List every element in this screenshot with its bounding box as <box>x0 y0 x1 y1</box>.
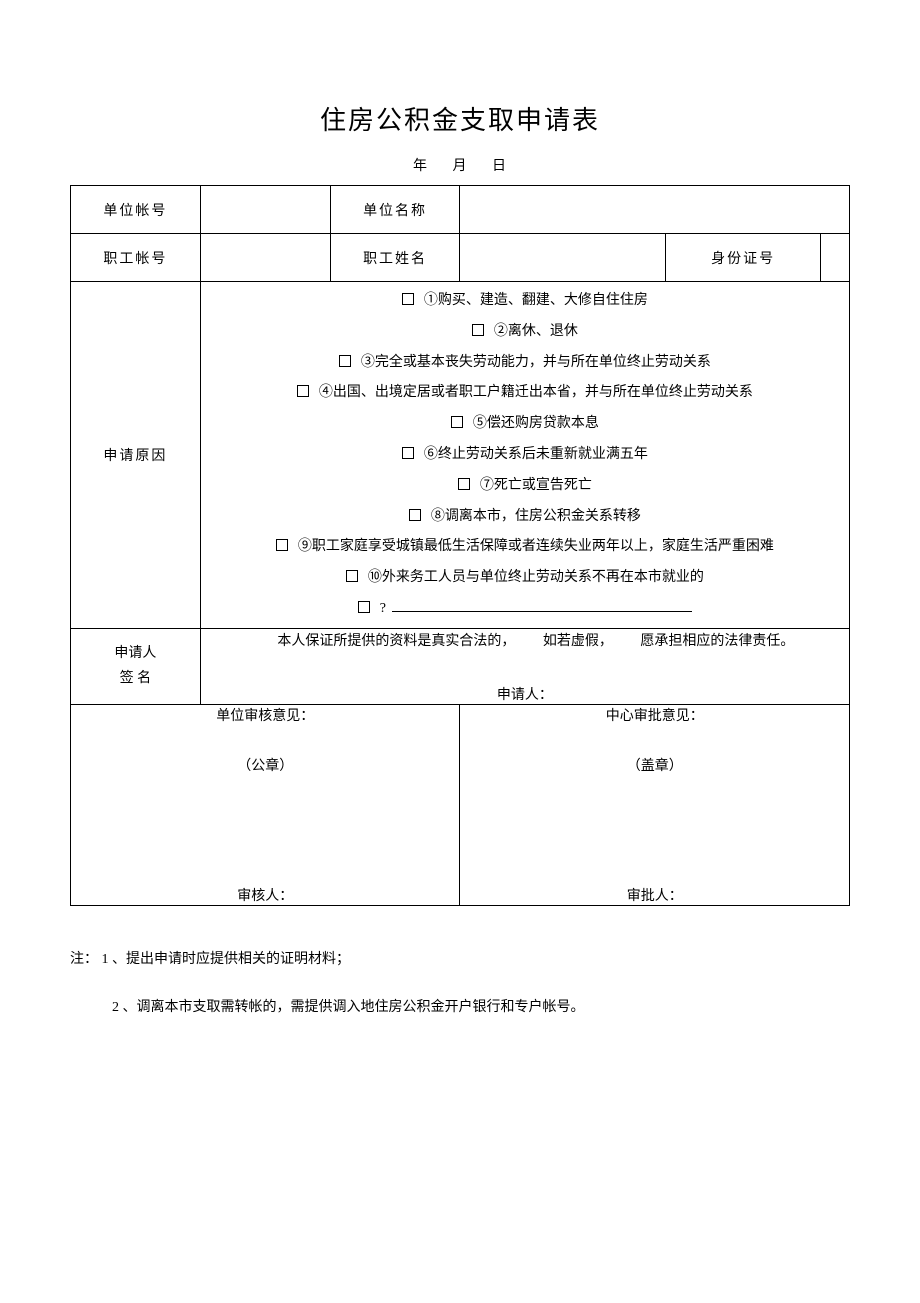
notes-section: 注： 1 、提出申请时应提供相关的证明材料； 2 、调离本市支取需转帐的，需提供… <box>70 946 850 1022</box>
center-approval-title: 中心审批意见： <box>468 705 841 725</box>
checkbox-icon[interactable] <box>451 416 463 428</box>
reason-text-5: ⑤偿还购房贷款本息 <box>473 416 599 431</box>
reason-option-8: ⑧调离本市，住房公积金关系转移 <box>209 505 841 529</box>
row-approval: 单位审核意见： （公章） 审核人： 中心审批意见： （盖章） 审批人： <box>71 704 850 905</box>
worker-account-label: 职工帐号 <box>71 234 201 282</box>
reason-other-fill[interactable] <box>392 611 692 612</box>
unit-approval-title: 单位审核意见： <box>79 705 451 725</box>
worker-name-value[interactable] <box>460 234 666 282</box>
date-day-label: 日 <box>492 159 507 174</box>
center-reviewer-label: 审批人： <box>468 885 841 905</box>
reason-text-2: ②离休、退休 <box>494 324 578 339</box>
id-label: 身份证号 <box>666 234 820 282</box>
reason-option-4: ④出国、出境定居或者职工户籍迁出本省，并与所在单位终止劳动关系 <box>209 381 841 405</box>
checkbox-icon[interactable] <box>458 478 470 490</box>
unit-name-label: 单位名称 <box>330 186 460 234</box>
reason-label: 申请原因 <box>71 282 201 629</box>
statement-part3: 愿承担相应的法律责任。 <box>640 634 794 649</box>
id-value[interactable] <box>820 234 849 282</box>
signature-statement: 本人保证所提供的资料是真实合法的， 如若虚假， 愿承担相应的法律责任。 <box>209 629 841 654</box>
unit-seal-label: （公章） <box>79 755 451 775</box>
reason-option-5: ⑤偿还购房贷款本息 <box>209 412 841 436</box>
applicant-label: 申请人： <box>209 684 841 704</box>
reason-text-4: ④出国、出境定居或者职工户籍迁出本省，并与所在单位终止劳动关系 <box>319 385 753 400</box>
signature-cell: 本人保证所提供的资料是真实合法的， 如若虚假， 愿承担相应的法律责任。 申请人： <box>200 628 849 704</box>
reason-option-7: ⑦死亡或宣告死亡 <box>209 474 841 498</box>
unit-account-label: 单位帐号 <box>71 186 201 234</box>
date-year-label: 年 <box>413 159 428 174</box>
reason-option-1: ①购买、建造、翻建、大修自住住房 <box>209 289 841 313</box>
checkbox-icon[interactable] <box>472 324 484 336</box>
reason-text-10: ⑩外来务工人员与单位终止劳动关系不再在本市就业的 <box>368 570 704 585</box>
page-title: 住房公积金支取申请表 <box>70 100 850 137</box>
reason-text-3: ③完全或基本丧失劳动能力，并与所在单位终止劳动关系 <box>361 355 711 370</box>
worker-name-label: 职工姓名 <box>330 234 460 282</box>
checkbox-icon[interactable] <box>409 509 421 521</box>
date-month-label: 月 <box>453 159 468 174</box>
checkbox-icon[interactable] <box>402 447 414 459</box>
signature-label-line1: 申请人 <box>79 641 192 666</box>
row-reason: 申请原因 ①购买、建造、翻建、大修自住住房 ②离休、退休 ③完全或基本丧失劳动能… <box>71 282 850 629</box>
row-worker: 职工帐号 职工姓名 身份证号 <box>71 234 850 282</box>
statement-part2: 如若虚假， <box>543 634 613 649</box>
reason-option-9: ⑨职工家庭享受城镇最低生活保障或者连续失业两年以上，家庭生活严重困难 <box>209 535 841 559</box>
row-unit: 单位帐号 单位名称 <box>71 186 850 234</box>
checkbox-icon[interactable] <box>402 293 414 305</box>
reason-option-3: ③完全或基本丧失劳动能力，并与所在单位终止劳动关系 <box>209 351 841 375</box>
note-1: 注： 1 、提出申请时应提供相关的证明材料； <box>70 946 850 974</box>
unit-name-value[interactable] <box>460 186 850 234</box>
checkbox-icon[interactable] <box>297 385 309 397</box>
reason-text-9: ⑨职工家庭享受城镇最低生活保障或者连续失业两年以上，家庭生活严重困难 <box>298 539 774 554</box>
unit-account-value[interactable] <box>200 186 330 234</box>
reason-option-2: ②离休、退休 <box>209 320 841 344</box>
signature-label-line2: 签 名 <box>79 666 192 691</box>
date-line: 年 月 日 <box>70 155 850 175</box>
reason-text-1: ①购买、建造、翻建、大修自住住房 <box>424 293 648 308</box>
unit-reviewer-label: 审核人： <box>79 885 451 905</box>
reason-option-10: ⑩外来务工人员与单位终止劳动关系不再在本市就业的 <box>209 566 841 590</box>
reason-text-6: ⑥终止劳动关系后未重新就业满五年 <box>424 447 648 462</box>
center-seal-label: （盖章） <box>468 755 841 775</box>
reason-option-6: ⑥终止劳动关系后未重新就业满五年 <box>209 443 841 467</box>
note-2: 2 、调离本市支取需转帐的，需提供调入地住房公积金开户银行和专户帐号。 <box>112 994 850 1022</box>
signature-label: 申请人 签 名 <box>71 628 201 704</box>
checkbox-icon[interactable] <box>358 601 370 613</box>
reason-cell: ①购买、建造、翻建、大修自住住房 ②离休、退休 ③完全或基本丧失劳动能力，并与所… <box>200 282 849 629</box>
center-approval-cell: 中心审批意见： （盖章） 审批人： <box>460 704 850 905</box>
reason-option-other: ? <box>209 597 841 621</box>
reason-text-8: ⑧调离本市，住房公积金关系转移 <box>431 509 641 524</box>
row-signature: 申请人 签 名 本人保证所提供的资料是真实合法的， 如若虚假， 愿承担相应的法律… <box>71 628 850 704</box>
checkbox-icon[interactable] <box>339 355 351 367</box>
checkbox-icon[interactable] <box>276 539 288 551</box>
reason-other-prefix: ? <box>380 601 386 616</box>
application-form-table: 单位帐号 单位名称 职工帐号 职工姓名 身份证号 申请原因 ①购买、建造、翻建、… <box>70 185 850 906</box>
worker-account-value[interactable] <box>200 234 330 282</box>
checkbox-icon[interactable] <box>346 570 358 582</box>
statement-part1: 本人保证所提供的资料是真实合法的， <box>277 634 515 649</box>
unit-approval-cell: 单位审核意见： （公章） 审核人： <box>71 704 460 905</box>
reason-text-7: ⑦死亡或宣告死亡 <box>480 478 592 493</box>
